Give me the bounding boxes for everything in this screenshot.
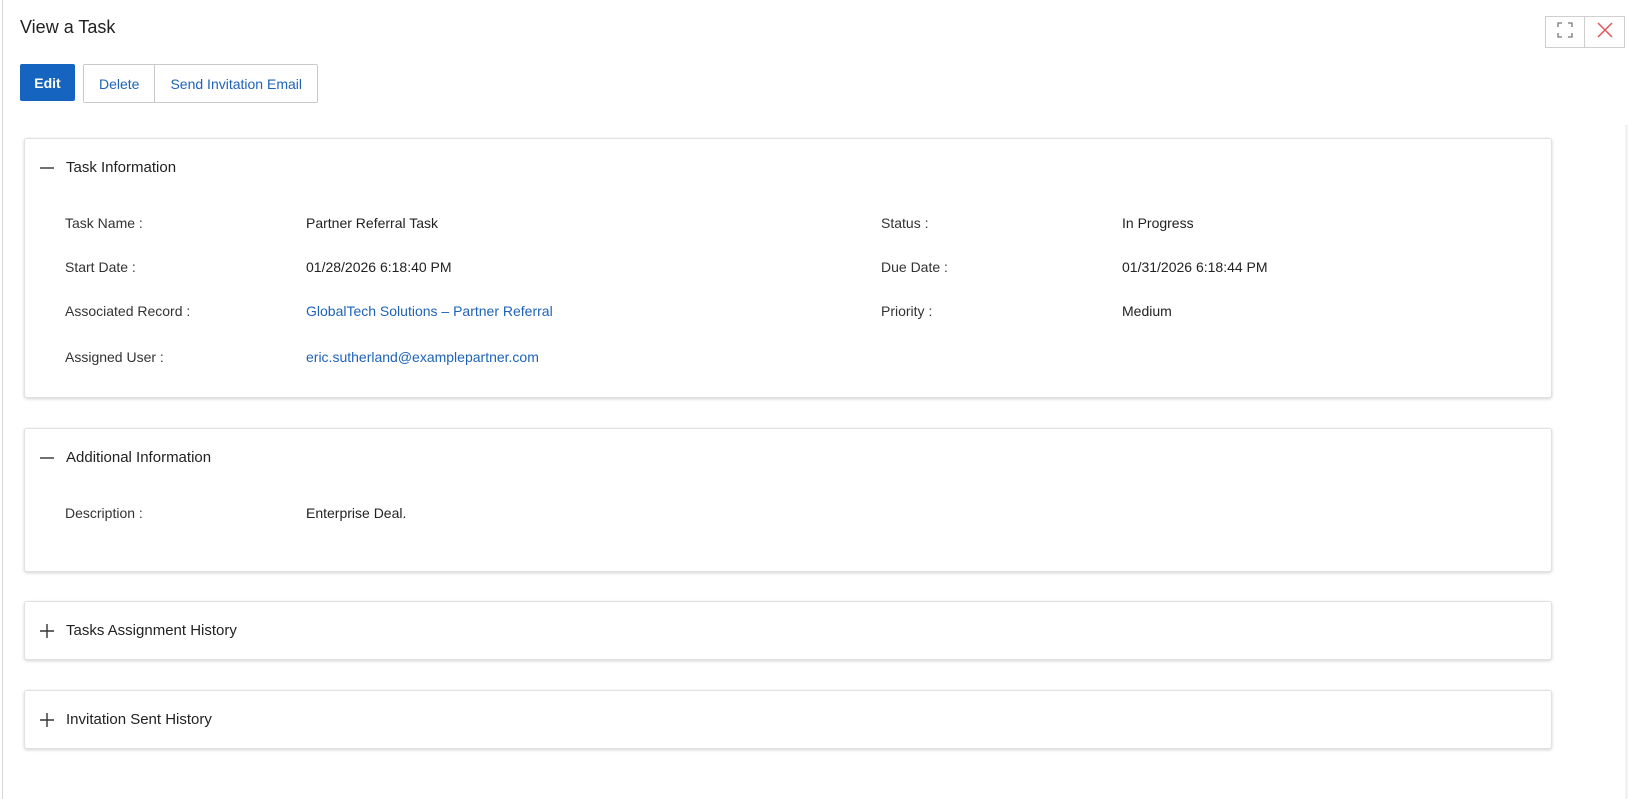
- task-name-label: Task Name :: [65, 215, 143, 231]
- plus-icon: [39, 623, 55, 639]
- invitation-sent-history-panel: Invitation Sent History: [24, 690, 1552, 749]
- invitation-sent-history-title: Invitation Sent History: [66, 711, 212, 728]
- due-date-label: Due Date :: [881, 259, 948, 275]
- task-view-modal: View a Task Edit Delete Send Invitation …: [2, 0, 1628, 799]
- send-invitation-email-button[interactable]: Send Invitation Email: [154, 65, 317, 102]
- task-information-header[interactable]: Task Information: [39, 159, 176, 176]
- start-date-label: Start Date :: [65, 259, 136, 275]
- associated-record-label: Associated Record :: [65, 303, 191, 319]
- due-date-value: 01/31/2026 6:18:44 PM: [1122, 259, 1268, 275]
- task-information-panel: Task Information Task Name : Partner Ref…: [24, 138, 1552, 398]
- action-toolbar: Edit Delete Send Invitation Email: [20, 64, 318, 103]
- maximize-icon: [1557, 21, 1573, 43]
- task-information-title: Task Information: [66, 159, 177, 176]
- task-name-value: Partner Referral Task: [306, 215, 439, 231]
- status-value: In Progress: [1122, 215, 1194, 231]
- close-icon: [1596, 21, 1614, 44]
- status-label: Status :: [881, 215, 929, 231]
- window-controls: [1545, 16, 1625, 48]
- priority-value: Medium: [1122, 303, 1172, 319]
- minus-icon: [39, 160, 55, 176]
- assigned-user-label: Assigned User :: [65, 349, 164, 365]
- assigned-user-link[interactable]: eric.sutherland@examplepartner.com: [306, 349, 539, 365]
- minus-icon: [39, 450, 55, 466]
- description-label: Description :: [65, 505, 143, 521]
- invitation-sent-history-header[interactable]: Invitation Sent History: [39, 711, 212, 728]
- delete-button[interactable]: Delete: [84, 65, 155, 102]
- tasks-assignment-history-title: Tasks Assignment History: [66, 622, 237, 639]
- maximize-button[interactable]: [1545, 16, 1585, 48]
- additional-information-header[interactable]: Additional Information: [39, 449, 211, 466]
- additional-information-panel: Additional Information Description : Ent…: [24, 428, 1552, 572]
- additional-information-title: Additional Information: [66, 449, 212, 466]
- close-button[interactable]: [1585, 16, 1625, 48]
- associated-record-link[interactable]: GlobalTech Solutions – Partner Referral: [306, 303, 553, 319]
- tasks-assignment-history-panel: Tasks Assignment History: [24, 601, 1552, 660]
- tasks-assignment-history-header[interactable]: Tasks Assignment History: [39, 622, 237, 639]
- priority-label: Priority :: [881, 303, 933, 319]
- description-value: Enterprise Deal.: [306, 505, 407, 521]
- start-date-value: 01/28/2026 6:18:40 PM: [306, 259, 452, 275]
- plus-icon: [39, 712, 55, 728]
- secondary-actions: Delete Send Invitation Email: [83, 64, 318, 103]
- modal-title: View a Task: [20, 17, 116, 37]
- edit-button[interactable]: Edit: [20, 64, 75, 101]
